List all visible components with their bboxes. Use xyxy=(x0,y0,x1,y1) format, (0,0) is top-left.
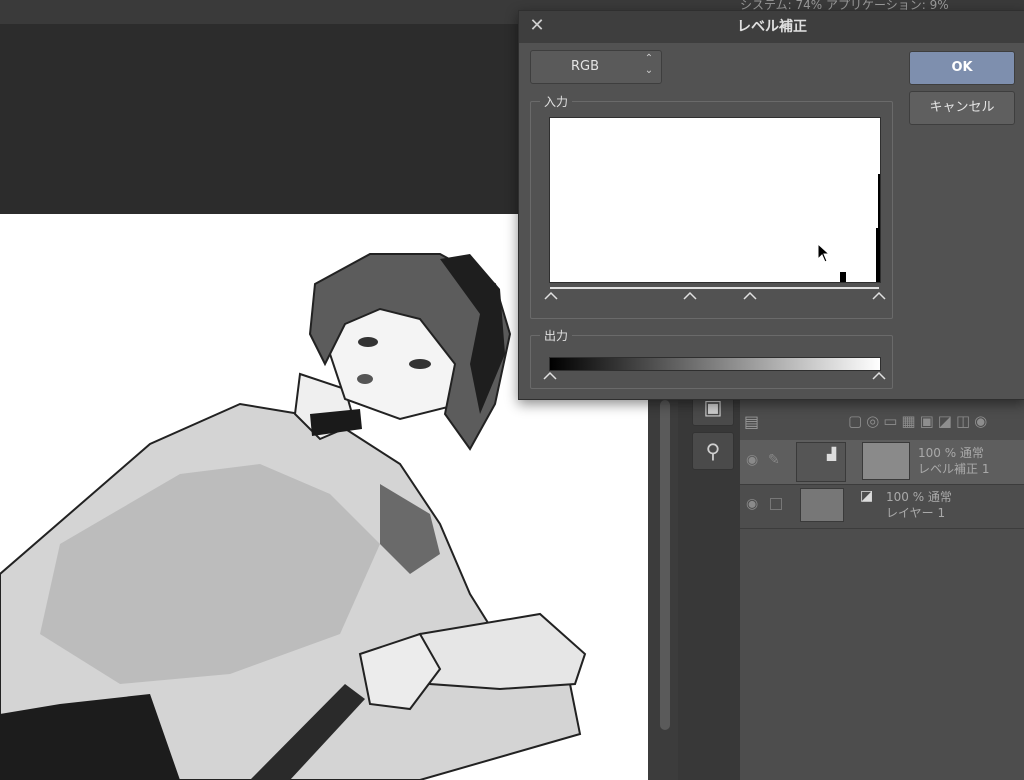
raster-layer-thumbnail xyxy=(800,488,844,522)
left-eye-shape xyxy=(358,337,378,347)
cancel-button[interactable]: キャンセル xyxy=(909,91,1015,125)
histogram-icon: ▟ xyxy=(827,447,837,461)
figure-pose-icon[interactable]: ⚲ xyxy=(692,432,734,470)
dialog-title: レベル補正 xyxy=(737,19,807,35)
output-white-handle[interactable] xyxy=(871,370,887,380)
layer-row-levels[interactable]: ◉ ✎ ▟ 100 % 通常 レベル補正 1 xyxy=(740,440,1024,485)
close-icon[interactable]: ✕ xyxy=(527,16,547,36)
eye-icon[interactable]: ◉ xyxy=(746,452,758,468)
input-histogram xyxy=(549,117,881,283)
input-midpoint-handle[interactable] xyxy=(682,290,698,300)
channel-value: RGB xyxy=(570,59,600,74)
eye-icon[interactable]: ◉ xyxy=(746,496,758,512)
canvas-scrollbar-thumb[interactable] xyxy=(660,400,670,730)
layer-opacity-mode: 100 % 通常 xyxy=(918,446,984,460)
right-eye-shape xyxy=(409,359,431,369)
layer-panel-menu-icon[interactable]: ▤ xyxy=(744,412,764,432)
histogram-bar xyxy=(840,272,846,282)
input-black-point-handle[interactable] xyxy=(543,290,559,300)
input-slider-track xyxy=(550,287,879,289)
mouth-shape xyxy=(357,374,373,384)
input-section-label: 入力 xyxy=(540,93,573,110)
adjustment-layer-thumbnail: ▟ xyxy=(796,442,846,482)
layer-lock-checkbox[interactable] xyxy=(770,498,782,510)
output-black-handle[interactable] xyxy=(542,370,558,380)
layer-type-icon: ◪ xyxy=(860,488,874,504)
layer-row-base[interactable]: ◉ ◪ 100 % 通常 レイヤー 1 xyxy=(740,484,1024,529)
layer-mask-thumbnail xyxy=(862,442,910,480)
output-section-label: 出力 xyxy=(540,327,573,344)
input-white-point-handle[interactable] xyxy=(871,290,887,300)
layer-name: レベル補正 1 xyxy=(918,462,990,476)
layer-name: レイヤー 1 xyxy=(886,506,946,520)
layer-toolbar-icons[interactable]: ▢◎▭▦▣◪◫◉ xyxy=(848,412,1024,434)
channel-select[interactable]: RGB ⌃ ⌄ xyxy=(530,50,662,84)
pen-icon[interactable]: ✎ xyxy=(768,452,780,468)
layer-opacity-mode: 100 % 通常 xyxy=(886,490,952,504)
input-gamma-handle[interactable] xyxy=(742,290,758,300)
levels-dialog: レベル補正 ✕ RGB ⌃ ⌄ 入力 出力 OK キャンセル xyxy=(518,10,1024,400)
up-down-stepper-icon[interactable]: ⌃ ⌄ xyxy=(639,53,659,81)
mouse-cursor-icon xyxy=(817,243,831,263)
histogram-bar xyxy=(878,174,880,282)
ok-button[interactable]: OK xyxy=(909,51,1015,85)
output-gradient-bar xyxy=(549,357,881,371)
